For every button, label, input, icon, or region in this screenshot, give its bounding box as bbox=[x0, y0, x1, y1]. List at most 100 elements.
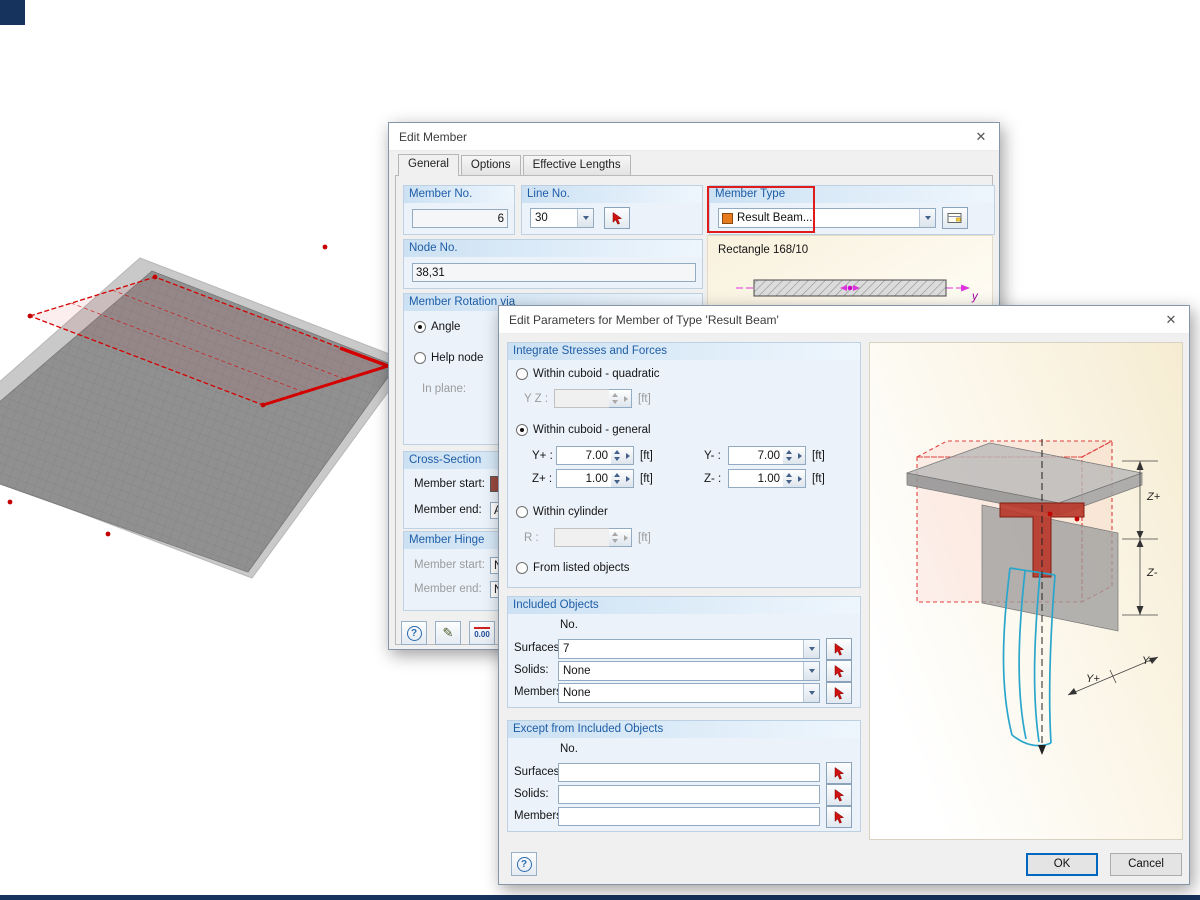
help-icon: ? bbox=[517, 857, 532, 872]
yz-input bbox=[554, 389, 610, 408]
em-help-button[interactable]: ? bbox=[401, 621, 427, 645]
dropdown-icon[interactable] bbox=[803, 662, 819, 680]
radio-help-node[interactable]: Help node bbox=[414, 352, 483, 364]
group-except-objects-header: Except from Included Objects bbox=[508, 721, 860, 738]
radio-general-label: Within cuboid - general bbox=[533, 424, 651, 436]
included-solids-pick-button[interactable] bbox=[826, 660, 852, 682]
y-plus-input[interactable] bbox=[556, 446, 612, 465]
radio-within-cuboid-general[interactable]: Within cuboid - general bbox=[516, 424, 651, 436]
member-type-dropdown-icon[interactable] bbox=[919, 209, 935, 227]
spin-up-icon bbox=[612, 393, 618, 397]
spin-up-icon bbox=[612, 532, 618, 536]
node-no-input[interactable] bbox=[412, 263, 696, 282]
spin-down-icon bbox=[786, 480, 792, 484]
ok-button[interactable]: OK bbox=[1026, 853, 1098, 876]
except-solids-pick-button[interactable] bbox=[826, 784, 852, 806]
included-solids-label: Solids: bbox=[514, 664, 549, 676]
line-no-combo[interactable]: 30 bbox=[530, 208, 594, 228]
pick-arrow-icon bbox=[610, 211, 625, 226]
z-plus-label: Z+ : bbox=[532, 473, 552, 485]
edit-parameters-titlebar[interactable]: Edit Parameters for Member of Type 'Resu… bbox=[499, 306, 1189, 334]
edit-member-close-button[interactable]: ✕ bbox=[963, 123, 999, 150]
pick-arrow-icon bbox=[832, 642, 847, 657]
em-comment-button[interactable]: ✎ bbox=[435, 621, 461, 645]
em-decimals-button[interactable]: 0.00 bbox=[469, 621, 495, 645]
dim-y-plus-label: Y+ bbox=[1086, 673, 1100, 685]
radio-quadratic-label: Within cuboid - quadratic bbox=[533, 368, 660, 380]
except-solids-input[interactable] bbox=[558, 785, 820, 804]
result-beam-icon bbox=[722, 213, 733, 224]
included-solids-combo[interactable]: None bbox=[558, 661, 820, 681]
group-member-type: Member Type Result Beam... bbox=[709, 185, 995, 235]
dim-z-minus-label: Z- bbox=[1147, 567, 1157, 579]
cs-member-end-label: Member end: bbox=[414, 504, 482, 516]
mh-member-end-label: Member end: bbox=[414, 583, 482, 595]
radio-unselected-icon bbox=[516, 368, 528, 380]
tab-options[interactable]: Options bbox=[461, 155, 521, 175]
z-minus-detail-button[interactable] bbox=[794, 469, 806, 488]
group-integrate-header: Integrate Stresses and Forces bbox=[508, 343, 860, 360]
yz-unit: [ft] bbox=[638, 393, 651, 405]
pick-arrow-icon bbox=[832, 664, 847, 679]
included-surfaces-pick-button[interactable] bbox=[826, 638, 852, 660]
cancel-button[interactable]: Cancel bbox=[1110, 853, 1182, 876]
except-members-input[interactable] bbox=[558, 807, 820, 826]
except-surfaces-pick-button[interactable] bbox=[826, 762, 852, 784]
spin-up-icon bbox=[786, 450, 792, 454]
included-surfaces-label: Surfaces: bbox=[514, 642, 563, 654]
app-frame-bottom bbox=[0, 895, 1200, 900]
r-label: R : bbox=[524, 532, 539, 544]
line-no-pick-button[interactable] bbox=[604, 207, 630, 229]
z-minus-input[interactable] bbox=[728, 469, 784, 488]
y-plus-label: Y+ : bbox=[532, 450, 553, 462]
spin-up-icon bbox=[786, 473, 792, 477]
z-minus-label: Z- : bbox=[704, 473, 721, 485]
spin-down-icon bbox=[614, 480, 620, 484]
dropdown-icon[interactable] bbox=[803, 684, 819, 702]
radio-within-cuboid-quadratic[interactable]: Within cuboid - quadratic bbox=[516, 368, 660, 380]
except-surfaces-label: Surfaces: bbox=[514, 766, 563, 778]
z-plus-detail-button[interactable] bbox=[622, 469, 634, 488]
result-beam-illustration: Z+ Z- Y+ Y- bbox=[869, 342, 1183, 840]
z-plus-input[interactable] bbox=[556, 469, 612, 488]
member-type-edit-button[interactable] bbox=[942, 207, 968, 229]
y-minus-input[interactable] bbox=[728, 446, 784, 465]
included-members-combo[interactable]: None bbox=[558, 683, 820, 703]
member-no-input[interactable] bbox=[412, 209, 508, 228]
y-plus-detail-button[interactable] bbox=[622, 446, 634, 465]
member-type-value: Result Beam... bbox=[733, 212, 919, 224]
radio-cylinder-label: Within cylinder bbox=[533, 506, 608, 518]
except-members-pick-button[interactable] bbox=[826, 806, 852, 828]
included-members-pick-button[interactable] bbox=[826, 682, 852, 704]
radio-angle[interactable]: Angle bbox=[414, 321, 460, 333]
edit-note-icon: ✎ bbox=[443, 625, 454, 641]
except-no-label: No. bbox=[560, 743, 578, 755]
dropdown-icon[interactable] bbox=[803, 640, 819, 658]
decimals-icon: 0.00 bbox=[474, 627, 490, 639]
line-no-dropdown-icon[interactable] bbox=[577, 209, 593, 227]
edit-parameters-close-button[interactable]: ✕ bbox=[1153, 306, 1189, 333]
tab-effective-lengths[interactable]: Effective Lengths bbox=[523, 155, 631, 175]
member-type-combo[interactable]: Result Beam... bbox=[718, 208, 936, 228]
included-surfaces-value: 7 bbox=[559, 643, 803, 655]
radio-selected-icon bbox=[516, 424, 528, 436]
radio-from-listed-objects[interactable]: From listed objects bbox=[516, 562, 630, 574]
dim-z-plus-label: Z+ bbox=[1147, 491, 1160, 503]
except-surfaces-input[interactable] bbox=[558, 763, 820, 782]
y-minus-detail-button[interactable] bbox=[794, 446, 806, 465]
group-line-no-header: Line No. bbox=[522, 186, 702, 203]
arrow-right-icon bbox=[624, 535, 628, 541]
tab-general[interactable]: General bbox=[398, 154, 459, 176]
z-plus-unit: [ft] bbox=[640, 473, 653, 485]
ep-help-button[interactable]: ? bbox=[511, 852, 537, 876]
group-node-no: Node No. bbox=[403, 239, 703, 289]
help-icon: ? bbox=[407, 626, 422, 641]
edit-member-titlebar[interactable]: Edit Member ✕ bbox=[389, 123, 999, 151]
y-minus-label: Y- : bbox=[704, 450, 721, 462]
radio-within-cylinder[interactable]: Within cylinder bbox=[516, 506, 608, 518]
radio-angle-label: Angle bbox=[431, 321, 460, 333]
edit-type-icon bbox=[947, 212, 963, 225]
included-surfaces-combo[interactable]: 7 bbox=[558, 639, 820, 659]
group-member-no: Member No. bbox=[403, 185, 515, 235]
group-included-objects: Included Objects No. Surfaces: 7 Solids:… bbox=[507, 596, 861, 708]
